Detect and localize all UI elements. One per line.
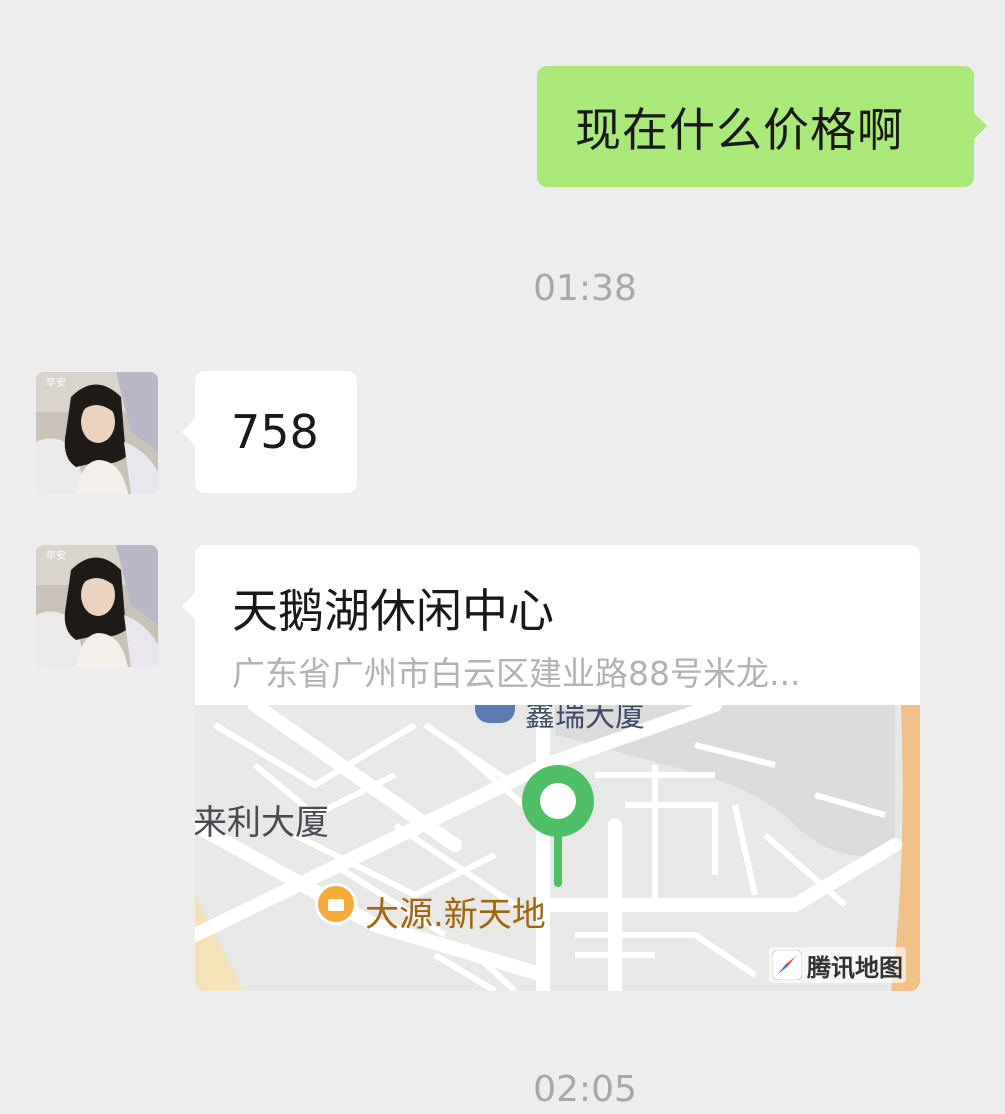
contact-avatar[interactable]: 早安 bbox=[36, 545, 158, 667]
location-title: 天鹅湖休闲中心 bbox=[232, 584, 554, 638]
avatar-badge: 早安 bbox=[46, 376, 66, 389]
map-label: 来利大厦 bbox=[195, 803, 329, 843]
shopping-bag-icon bbox=[315, 883, 357, 925]
incoming-message-bubble[interactable]: 758 bbox=[182, 371, 357, 493]
contact-avatar[interactable]: 早安 bbox=[36, 372, 158, 494]
timestamp: 02:05 bbox=[533, 1069, 637, 1110]
location-map-preview[interactable]: 鑫瑞大厦 来利大厦 大源.新天地 腾讯地图 bbox=[195, 705, 920, 991]
timestamp: 01:38 bbox=[533, 268, 637, 309]
building-icon bbox=[475, 705, 515, 723]
map-label: 大源.新天地 bbox=[365, 895, 546, 935]
watermark-text: 腾讯地图 bbox=[807, 953, 903, 982]
map-label: 鑫瑞大厦 bbox=[525, 705, 645, 734]
map-provider-watermark: 腾讯地图 bbox=[769, 947, 906, 983]
outgoing-message-text: 现在什么价格啊 bbox=[575, 102, 904, 157]
location-address: 广东省广州市白云区建业路88号米龙... bbox=[232, 654, 801, 693]
incoming-message-text: 758 bbox=[231, 405, 319, 459]
compass-icon bbox=[772, 950, 802, 980]
avatar-badge: 早安 bbox=[46, 549, 66, 562]
location-message-card[interactable]: 天鹅湖休闲中心 广东省广州市白云区建业路88号米龙... 鑫瑞大厦 来利大厦 大… bbox=[182, 545, 920, 991]
map-pin-icon bbox=[522, 765, 594, 887]
outgoing-message-bubble[interactable]: 现在什么价格啊 bbox=[537, 66, 987, 187]
